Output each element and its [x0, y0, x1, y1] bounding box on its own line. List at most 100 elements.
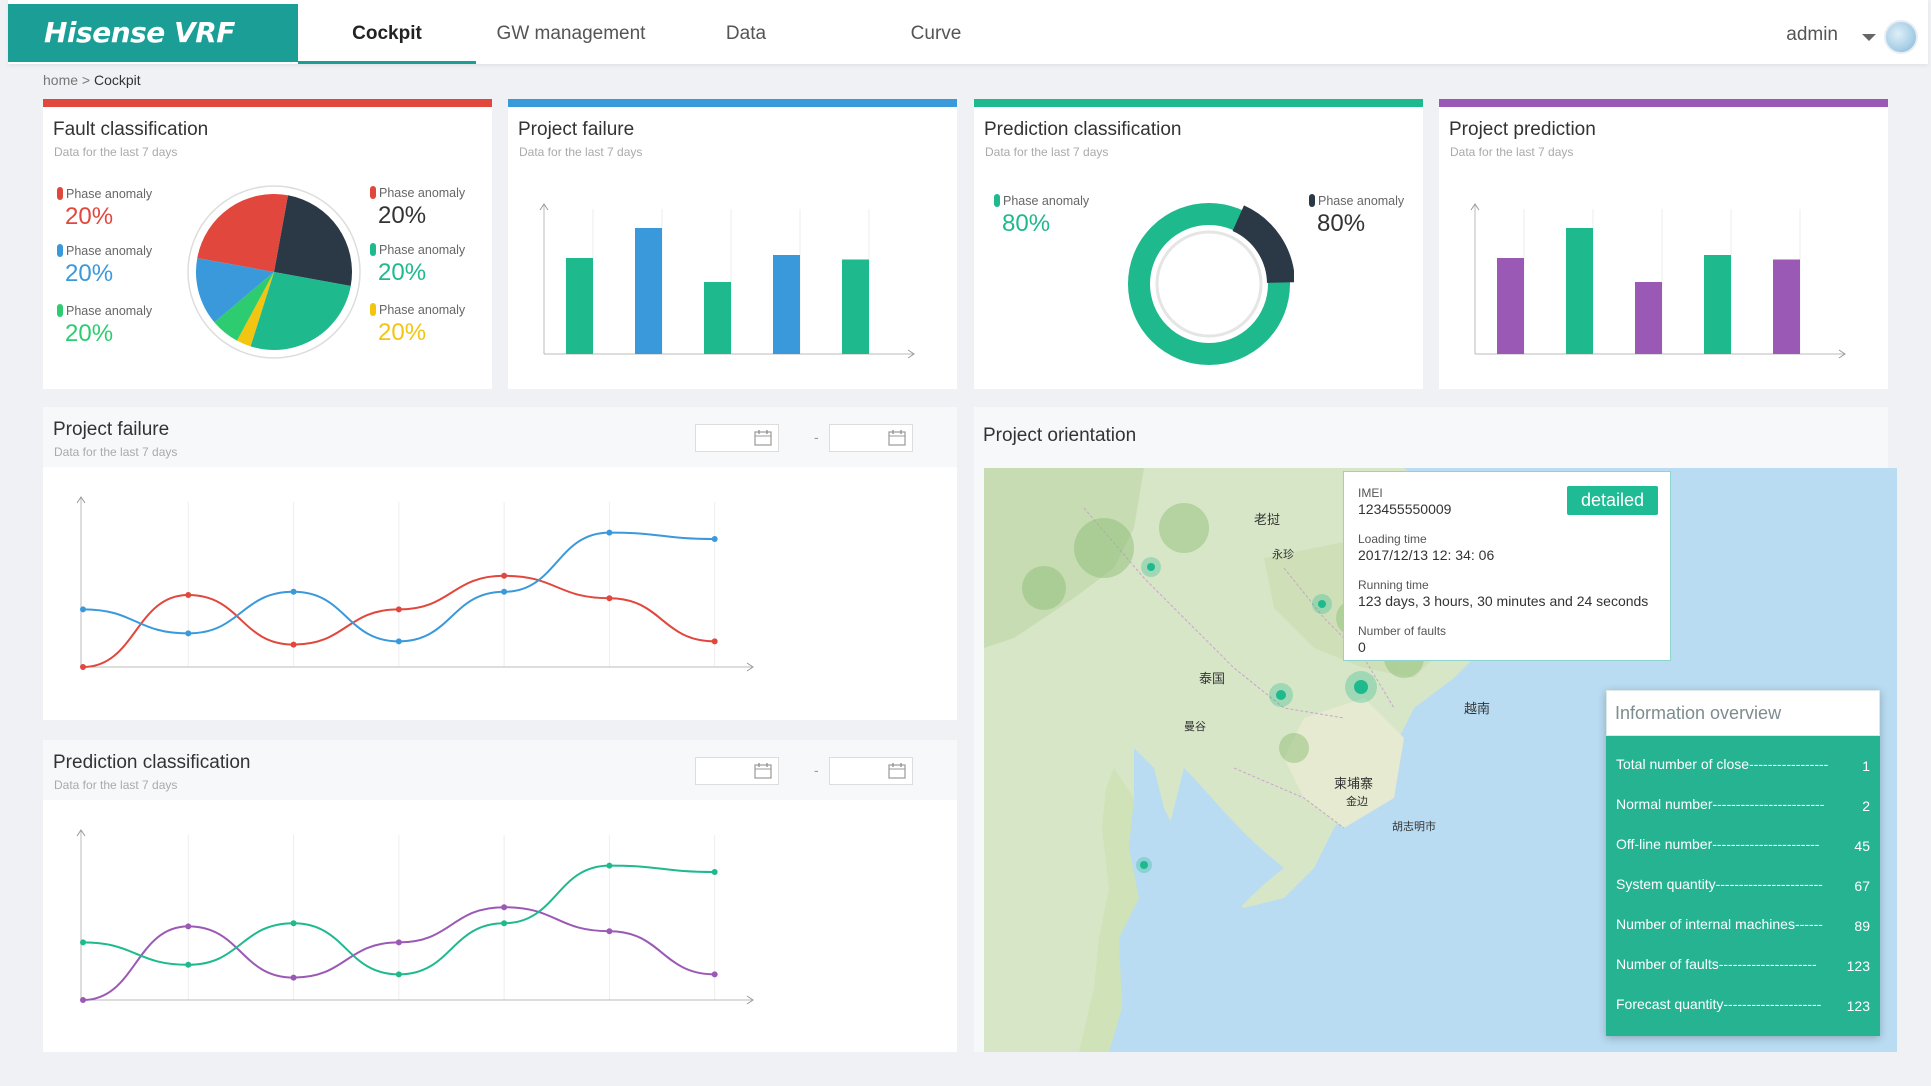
legend-item: Phase anomaly 20%: [370, 303, 465, 347]
fault-count-label: Number of faults: [1358, 624, 1447, 638]
chevron-down-icon[interactable]: [1862, 34, 1876, 41]
calendar-icon[interactable]: [754, 430, 772, 446]
calendar-icon[interactable]: [888, 763, 906, 779]
card-accent-strip: [508, 99, 957, 107]
data-point: [711, 536, 718, 542]
map-marker[interactable]: [1269, 683, 1293, 707]
data-point: [606, 862, 613, 869]
legend-item: Phase anomaly 80%: [994, 194, 1089, 238]
card-subtitle: Data for the last 7 days: [1450, 145, 1574, 159]
map-label-bangkok: 曼谷: [1184, 720, 1206, 733]
donut-hole: [1155, 230, 1263, 338]
start-date-input[interactable]: [695, 757, 779, 785]
legend-swatch: [370, 243, 376, 256]
card-title: Project prediction: [1449, 119, 1596, 140]
overview-row-label: System quantity-----------------------: [1616, 876, 1823, 892]
legend-item: Phase anomaly 80%: [1309, 194, 1404, 238]
data-point: [185, 630, 192, 637]
map-marker[interactable]: [1312, 594, 1332, 614]
legend-swatch: [370, 303, 376, 316]
bar: [566, 258, 593, 354]
data-point: [501, 920, 508, 927]
breadcrumb-current: Cockpit: [94, 72, 141, 88]
running-time-value: 123 days, 3 hours, 30 minutes and 24 sec…: [1358, 593, 1649, 609]
calendar-icon[interactable]: [888, 430, 906, 446]
information-overview-panel: Information overview Total number of clo…: [1606, 690, 1880, 1036]
legend-item: Phase anomaly 20%: [370, 186, 465, 230]
card-subtitle: Data for the last 7 days: [519, 145, 643, 159]
legend-swatch: [57, 244, 63, 257]
map-label-vientiane: 永珍: [1272, 547, 1294, 561]
overview-row-value: 45: [1854, 838, 1870, 854]
overview-row: Off-line number----------------------- 45: [1616, 836, 1870, 854]
data-point: [711, 869, 718, 875]
overview-row-value: 123: [1846, 998, 1870, 1014]
overview-row-label: Total number of close-----------------: [1616, 756, 1829, 772]
data-point: [711, 971, 718, 978]
overview-row-value: 67: [1854, 878, 1870, 894]
tab-gw-management[interactable]: GW management: [476, 0, 666, 64]
map-marker[interactable]: [1136, 857, 1152, 873]
detailed-button[interactable]: detailed: [1566, 486, 1658, 515]
map-label-vietnam: 越南: [1464, 701, 1490, 716]
card-title: Fault classification: [53, 119, 209, 140]
breadcrumb-separator: >: [81, 72, 91, 88]
legend-swatch: [57, 304, 63, 317]
tab-cockpit[interactable]: Cockpit: [298, 0, 476, 64]
brand-logo[interactable]: Hisense VRF: [8, 4, 298, 62]
project-failure-card: Project failure Data for the last 7 days: [508, 99, 957, 389]
data-point: [185, 961, 192, 968]
bar: [704, 282, 731, 354]
overview-row-value: 123: [1846, 958, 1870, 974]
legend-percent: 20%: [65, 203, 114, 230]
bar: [1497, 258, 1524, 354]
overview-title: Information overview: [1606, 690, 1880, 736]
overview-row-label: Off-line number-----------------------: [1616, 836, 1820, 852]
project-prediction-card: Project prediction Data for the last 7 d…: [1439, 99, 1888, 389]
legend-percent: 20%: [65, 320, 114, 347]
date-separator: -: [814, 429, 819, 445]
user-name[interactable]: admin: [1786, 24, 1838, 46]
card-title: Project failure: [518, 119, 635, 140]
project-failure-line-panel: Project failure Data for the last 7 days…: [43, 407, 957, 720]
overview-row: Forecast quantity--------------------- 12…: [1616, 996, 1870, 1014]
legend-label: Phase anomaly: [1003, 194, 1090, 208]
data-point: [501, 572, 508, 579]
bar: [1773, 259, 1800, 354]
fault-count-value: 0: [1358, 639, 1366, 655]
pie-slice: [197, 194, 288, 272]
map-marker-selected[interactable]: [1345, 671, 1377, 703]
device-info-popup: IMEI 123455550009 Loading time 2017/12/1…: [1343, 471, 1671, 661]
prediction-classification-line-panel: Prediction classification Data for the l…: [43, 740, 957, 1052]
data-point: [606, 529, 613, 536]
breadcrumb-home[interactable]: home: [43, 72, 78, 88]
legend-item: Phase anomaly 20%: [57, 187, 152, 231]
card-accent-strip: [974, 99, 1423, 107]
calendar-icon[interactable]: [754, 763, 772, 779]
overview-row: System quantity----------------------- 67: [1616, 876, 1870, 894]
legend-percent: 20%: [378, 319, 427, 346]
overview-row: Normal number------------------------ 2: [1616, 796, 1870, 814]
legend-percent: 20%: [65, 260, 114, 287]
legend-label: Phase anomaly: [379, 243, 466, 257]
panel-title: Project failure: [53, 419, 170, 440]
legend-label: Phase anomaly: [66, 187, 153, 201]
overview-row-value: 1: [1862, 758, 1870, 774]
tab-curve[interactable]: Curve: [846, 0, 1026, 64]
tab-data[interactable]: Data: [666, 0, 826, 64]
legend-label: Phase anomaly: [379, 186, 466, 200]
end-date-input[interactable]: [829, 757, 913, 785]
end-date-input[interactable]: [829, 424, 913, 452]
map-label-ho-chi-minh: 胡志明市: [1392, 819, 1436, 833]
data-point: [80, 664, 86, 670]
legend-item: Phase anomaly 20%: [370, 243, 465, 287]
panel-title: Prediction classification: [53, 752, 251, 773]
map-marker[interactable]: [1141, 557, 1161, 577]
project-failure-line-chart: [76, 496, 754, 672]
overview-row: Total number of close----------------- 1: [1616, 756, 1870, 774]
data-point: [501, 588, 508, 595]
avatar[interactable]: [1884, 20, 1918, 54]
start-date-input[interactable]: [695, 424, 779, 452]
bar: [1566, 228, 1593, 354]
panel-title: Project orientation: [983, 425, 1137, 446]
